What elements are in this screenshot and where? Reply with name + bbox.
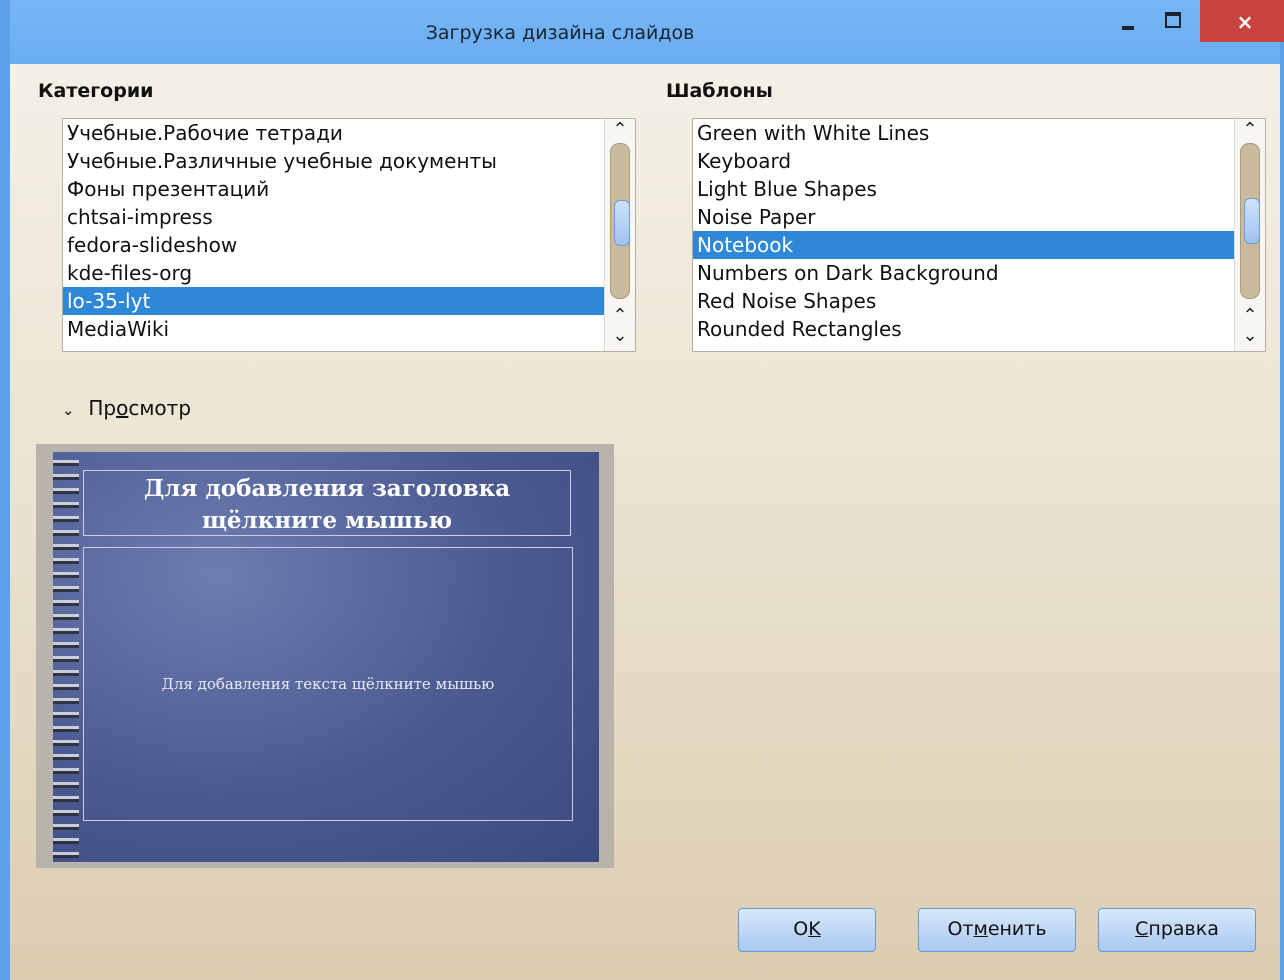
templates-scrollbar[interactable]: ⌃ ⌃ ⌄: [1234, 119, 1265, 351]
list-item[interactable]: Учебные.Различные учебные документы: [63, 147, 605, 175]
preview-label: Просмотр: [88, 396, 192, 420]
scroll-trough[interactable]: [610, 143, 630, 299]
categories-list: Учебные.Рабочие тетради Учебные.Различны…: [63, 119, 605, 343]
window-title: Загрузка дизайна слайдов: [425, 22, 695, 44]
close-icon: ×: [1236, 10, 1254, 34]
dialog-window: Загрузка дизайна слайдов × Категории Уче…: [0, 0, 1284, 980]
templates-label: Шаблоны: [666, 80, 773, 102]
chevron-down-icon: ⌄: [62, 401, 75, 419]
list-item[interactable]: Green with White Lines: [693, 119, 1235, 147]
scroll-up-icon[interactable]: ⌃: [605, 307, 635, 325]
help-button[interactable]: Справка: [1098, 908, 1256, 952]
close-button[interactable]: ×: [1200, 0, 1284, 42]
list-item[interactable]: Keyboard: [693, 147, 1235, 175]
list-item[interactable]: MediaWiki: [63, 315, 605, 343]
slide-preview: Для добавления заголовка щёлкните мышью …: [53, 452, 599, 862]
list-item-selected[interactable]: Notebook: [693, 231, 1235, 259]
cancel-button[interactable]: Отменить: [918, 908, 1076, 952]
list-item[interactable]: chtsai-impress: [63, 203, 605, 231]
minimize-icon[interactable]: [1108, 0, 1148, 42]
scroll-trough[interactable]: [1240, 143, 1260, 299]
categories-label: Категории: [38, 80, 154, 102]
scroll-down-icon[interactable]: ⌄: [1235, 327, 1265, 345]
title-bar[interactable]: Загрузка дизайна слайдов ×: [10, 0, 1284, 64]
list-item[interactable]: Numbers on Dark Background: [693, 259, 1235, 287]
list-item[interactable]: fedora-slideshow: [63, 231, 605, 259]
scroll-down-icon[interactable]: ⌄: [605, 327, 635, 345]
dialog-body: Категории Учебные.Рабочие тетради Учебны…: [10, 64, 1280, 980]
templates-listbox[interactable]: Green with White Lines Keyboard Light Bl…: [692, 118, 1266, 352]
list-item[interactable]: Noise Paper: [693, 203, 1235, 231]
list-item[interactable]: Учебные.Рабочие тетради: [63, 119, 605, 147]
list-item[interactable]: Light Blue Shapes: [693, 175, 1235, 203]
list-item-selected[interactable]: lo-35-lyt: [63, 287, 605, 315]
list-item[interactable]: Фоны презентаций: [63, 175, 605, 203]
ok-button[interactable]: OK: [738, 908, 876, 952]
scroll-up-icon[interactable]: ⌃: [1235, 121, 1265, 139]
slide-title-placeholder: Для добавления заголовка щёлкните мышью: [83, 470, 571, 536]
scroll-up-icon[interactable]: ⌃: [1235, 307, 1265, 325]
categories-scrollbar[interactable]: ⌃ ⌃ ⌄: [604, 119, 635, 351]
preview-expander[interactable]: ⌄ Просмотр: [62, 396, 191, 420]
scroll-thumb[interactable]: [614, 200, 630, 247]
scroll-up-icon[interactable]: ⌃: [605, 121, 635, 139]
categories-listbox[interactable]: Учебные.Рабочие тетради Учебные.Различны…: [62, 118, 636, 352]
notebook-spiral: [53, 452, 79, 862]
list-item[interactable]: kde-files-org: [63, 259, 605, 287]
scroll-thumb[interactable]: [1244, 198, 1260, 244]
slide-body-placeholder: Для добавления текста щёлкните мышью: [83, 547, 573, 821]
list-item[interactable]: Rounded Rectangles: [693, 315, 1235, 343]
templates-list: Green with White Lines Keyboard Light Bl…: [693, 119, 1235, 343]
maximize-icon[interactable]: [1150, 0, 1194, 42]
list-item[interactable]: Red Noise Shapes: [693, 287, 1235, 315]
